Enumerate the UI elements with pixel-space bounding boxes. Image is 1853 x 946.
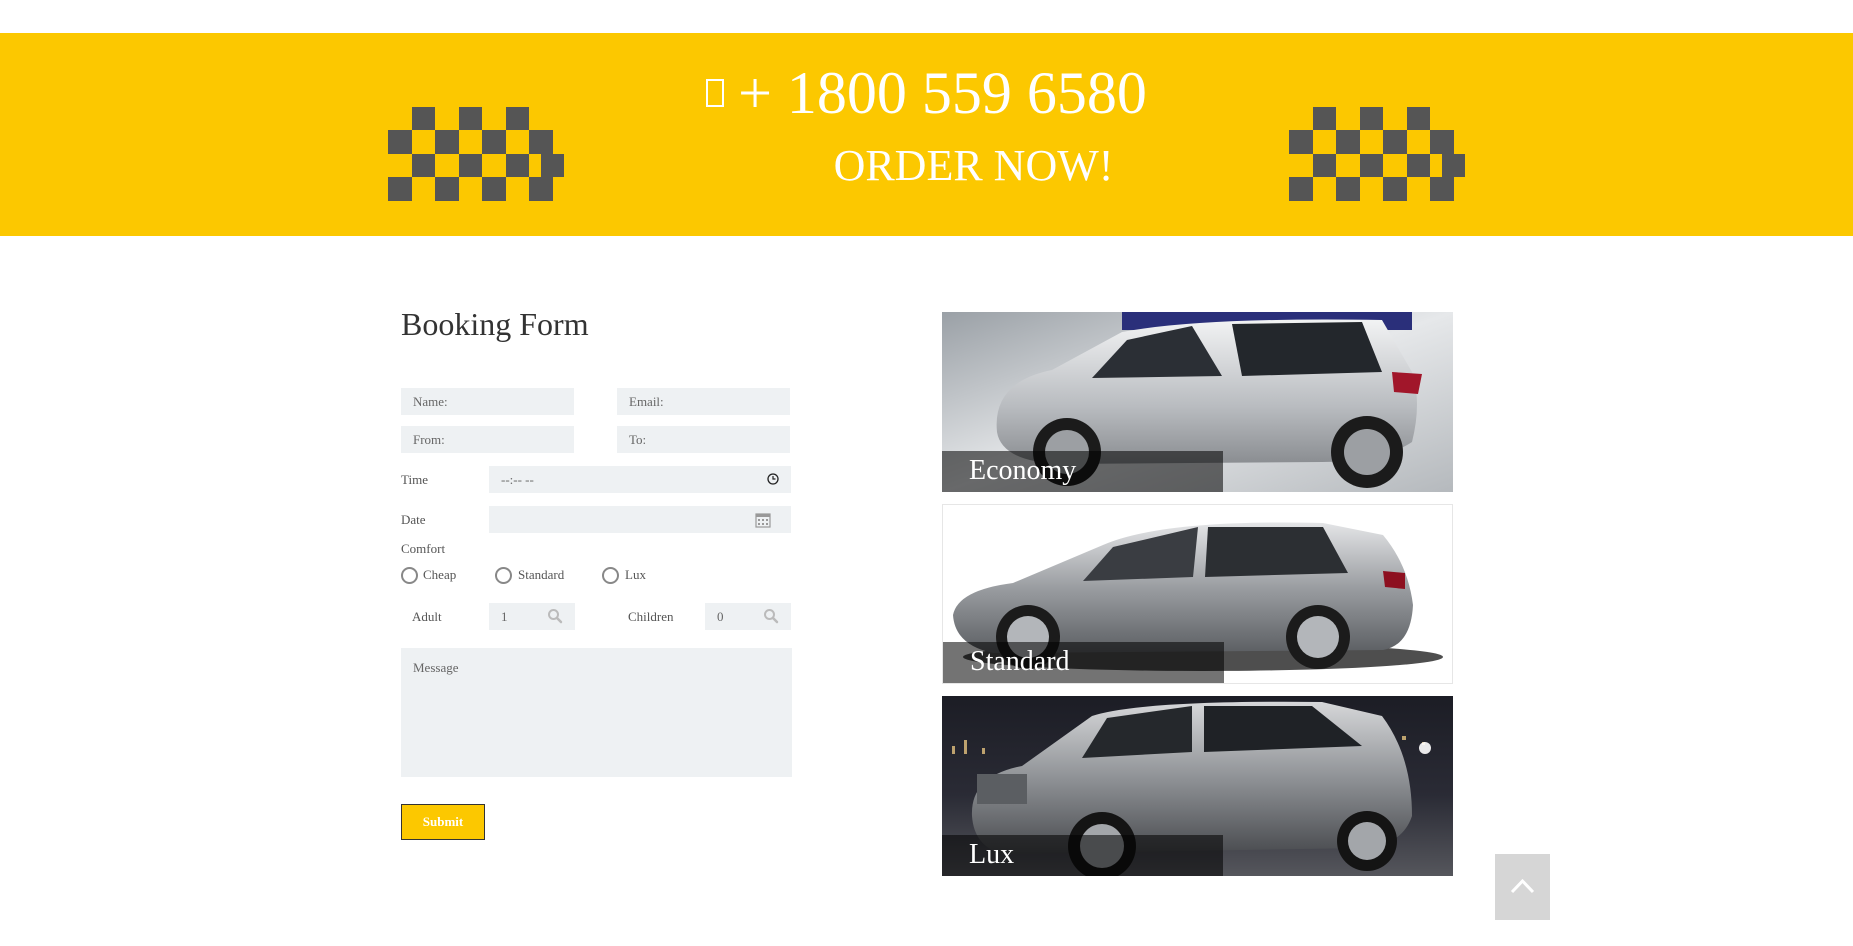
- comfort-radio-lux[interactable]: [602, 567, 619, 584]
- from-field[interactable]: From:: [401, 426, 574, 453]
- time-value: --:-- --: [501, 472, 534, 487]
- search-icon: [764, 609, 779, 624]
- date-label: Date: [401, 512, 426, 527]
- name-field[interactable]: Name:: [401, 388, 574, 415]
- date-input[interactable]: [489, 506, 791, 533]
- taxi-checker-right: [1289, 107, 1465, 201]
- comfort-radio-standard[interactable]: [495, 567, 512, 584]
- phone-icon: [706, 79, 725, 107]
- comfort-option-lux[interactable]: Lux: [625, 567, 646, 583]
- time-input[interactable]: --:-- --: [489, 466, 791, 493]
- comfort-option-cheap[interactable]: Cheap: [423, 567, 456, 583]
- phone-number-line[interactable]: + 1800 559 6580: [0, 63, 1853, 123]
- children-label: Children: [628, 609, 674, 624]
- car-card-lux[interactable]: Lux: [942, 696, 1453, 876]
- message-textarea[interactable]: Message: [401, 648, 792, 777]
- comfort-radio-cheap[interactable]: [401, 567, 418, 584]
- car-label-standard: Standard: [943, 642, 1224, 683]
- adult-input[interactable]: 1: [489, 603, 575, 630]
- children-input[interactable]: 0: [705, 603, 791, 630]
- submit-button[interactable]: Submit: [401, 804, 485, 840]
- comfort-option-standard[interactable]: Standard: [518, 567, 564, 583]
- chevron-up-icon: [1510, 878, 1535, 894]
- email-field[interactable]: Email:: [617, 388, 790, 415]
- clock-icon[interactable]: [767, 473, 779, 485]
- to-field[interactable]: To:: [617, 426, 790, 453]
- comfort-label: Comfort: [401, 541, 446, 556]
- calendar-icon[interactable]: [755, 512, 771, 528]
- car-label-economy: Economy: [942, 451, 1223, 492]
- adult-label: Adult: [412, 609, 442, 624]
- car-card-standard[interactable]: Standard: [942, 504, 1453, 684]
- car-card-economy[interactable]: Economy: [942, 312, 1453, 492]
- scroll-to-top-button[interactable]: [1495, 854, 1550, 920]
- car-label-lux: Lux: [942, 835, 1223, 876]
- adult-value: 1: [501, 609, 508, 624]
- search-icon: [548, 609, 563, 624]
- phone-number[interactable]: + 1800 559 6580: [738, 60, 1147, 126]
- time-label: Time: [401, 472, 428, 487]
- order-now-heading: ORDER NOW!: [833, 141, 1114, 190]
- order-banner: + 1800 559 6580 ORDER NOW!: [0, 33, 1853, 236]
- booking-form-title: Booking Form: [401, 306, 589, 342]
- children-value: 0: [717, 609, 724, 624]
